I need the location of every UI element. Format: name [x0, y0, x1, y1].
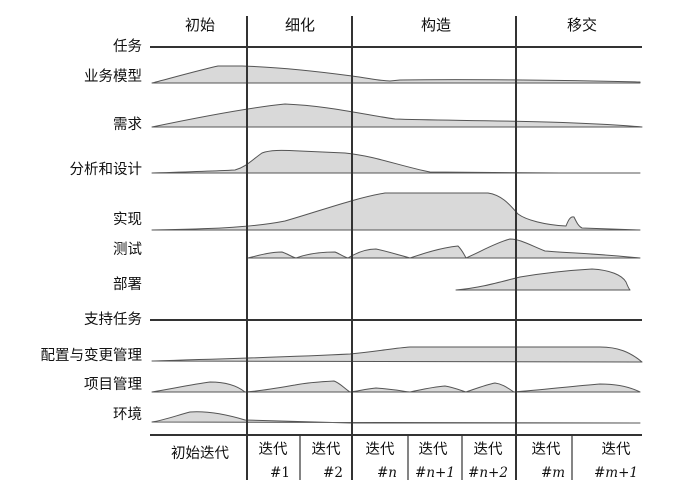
phase-inception-label: 初始	[185, 16, 215, 34]
phase-construction-label: 构造	[421, 16, 451, 34]
row-label-deployment: 部署	[113, 276, 142, 293]
row-label-project-management: 项目管理	[84, 376, 142, 393]
iteration-label-m1: 迭代	[602, 441, 631, 458]
curve-environment	[151, 411, 641, 424]
iteration-label-2: 迭代	[312, 441, 341, 458]
curve-business-modeling	[151, 65, 641, 84]
phase-transition-label: 移交	[567, 16, 597, 34]
row-label-requirements: 需求	[113, 116, 142, 133]
curve-deployment	[455, 268, 631, 291]
iteration-label-inception: 初始迭代	[171, 445, 229, 462]
iteration-num-m1: #m+1	[594, 465, 638, 481]
rup-process-diagram: 初始 细化 构造 移交 任务 业务模型 需求 分析和设计 实现 测试 部署 支持…	[41, 16, 643, 481]
iteration-label-m: 迭代	[532, 441, 561, 458]
iteration-num-n1: #n+1	[415, 465, 455, 481]
iteration-num-n2: #n+2	[468, 465, 508, 481]
curve-test	[247, 238, 641, 259]
row-label-analysis-design: 分析和设计	[70, 161, 143, 178]
iteration-num-1: #1	[270, 465, 290, 481]
row-label-test: 测试	[113, 241, 142, 258]
iteration-num-2: #2	[323, 465, 343, 481]
workload-curves	[151, 65, 643, 424]
iteration-label-n2: 迭代	[474, 441, 503, 458]
row-label-tasks: 任务	[113, 38, 142, 55]
baselines	[150, 46, 642, 436]
iteration-label-n1: 迭代	[419, 441, 448, 458]
phase-elaboration-label: 细化	[285, 16, 315, 34]
iteration-label-1: 迭代	[259, 441, 288, 458]
iteration-label-n: 迭代	[366, 441, 395, 458]
row-label-environment: 环境	[113, 405, 142, 423]
row-label-implementation: 实现	[113, 211, 142, 228]
curve-config-change	[151, 346, 643, 363]
row-label-support-tasks: 支持任务	[84, 311, 142, 328]
row-label-business-modeling: 业务模型	[84, 68, 142, 85]
curve-project-management	[151, 380, 641, 393]
curve-requirements	[151, 103, 643, 128]
iteration-num-n: #n	[377, 465, 397, 481]
curve-implementation	[151, 192, 641, 231]
iteration-num-m: #m	[541, 465, 565, 481]
row-label-config-change: 配置与变更管理	[41, 347, 143, 364]
curve-analysis-design	[151, 149, 641, 174]
